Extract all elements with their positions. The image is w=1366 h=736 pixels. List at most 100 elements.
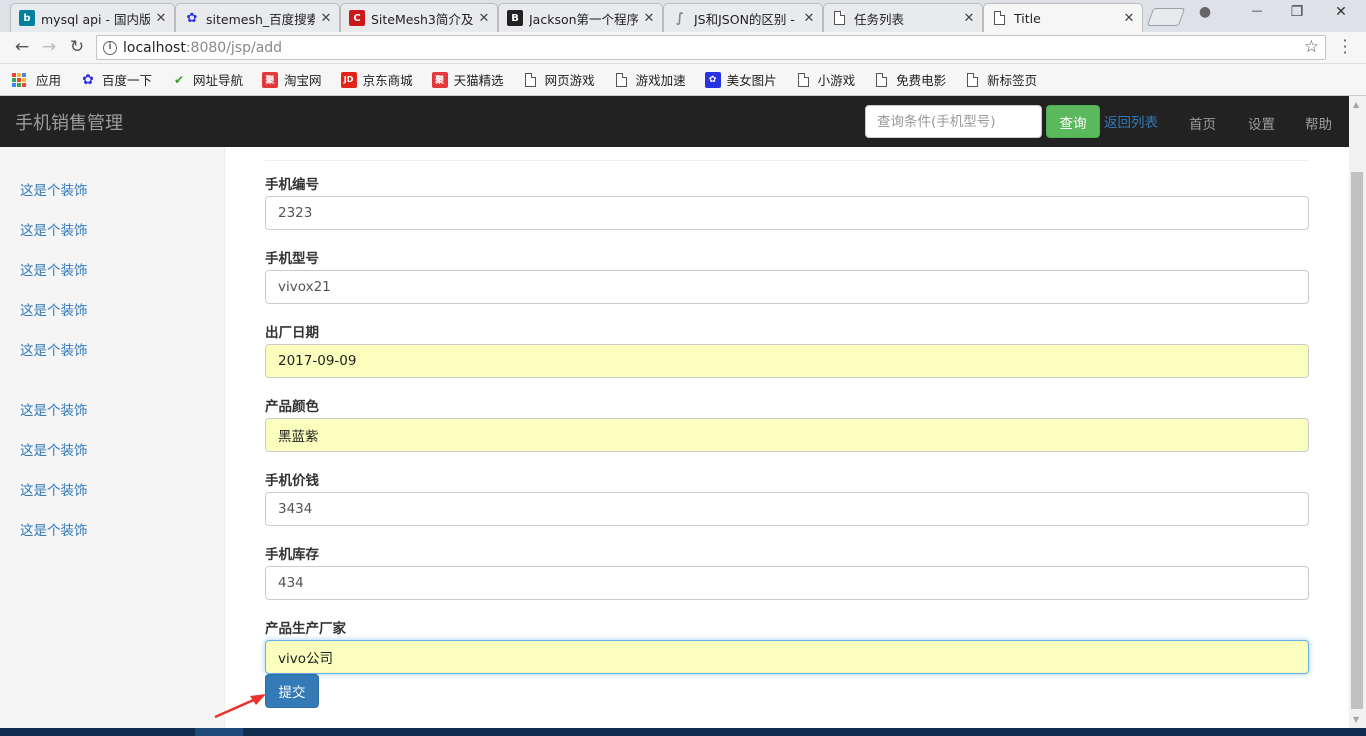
scrollbar-thumb[interactable] [1351,172,1363,709]
page-icon [615,72,627,87]
baidu-paw-icon: ✿ [704,71,721,88]
url-path: :8080/jsp/add [185,39,283,56]
tab-title: 任务列表 [854,11,905,27]
browser-tab-active[interactable]: Title ✕ [983,3,1143,32]
address-bar[interactable]: i localhost:8080/jsp/add ☆ [96,35,1326,60]
close-icon[interactable]: ✕ [642,11,656,26]
browser-tab[interactable]: ✿ sitemesh_百度搜索 ✕ [175,3,340,32]
close-icon[interactable]: ✕ [962,11,976,26]
back-arrow-icon[interactable]: ← [11,37,33,57]
bookmark-item[interactable]: 网页游戏 [523,70,595,89]
search-input[interactable] [865,105,1042,138]
tmall-icon: 聚 [431,71,448,88]
os-taskbar [0,728,1366,736]
browser-menu-icon[interactable]: · · · [1340,33,1350,61]
nav-help-link[interactable]: 帮助 [1305,113,1332,133]
nav-settings-link[interactable]: 设置 [1248,113,1275,133]
phone-stock-input[interactable] [265,566,1309,600]
bookmark-item[interactable]: ✿ 百度一下 [80,70,152,89]
browser-tab-strip: b mysql api - 国内版 ✕ ✿ sitemesh_百度搜索 ✕ C … [0,0,1366,32]
scroll-down-arrow-icon[interactable]: ▼ [1353,715,1359,724]
bookmark-item[interactable]: ✿ 美女图片 [704,70,777,89]
bookmark-item[interactable]: 免费电影 [874,70,946,89]
tab-title: mysql api - 国内版 [41,11,150,27]
phone-stock-label: 手机库存 [265,547,319,563]
phone-model-input[interactable] [265,270,1309,304]
page-icon [876,72,888,87]
phone-model-label: 手机型号 [265,251,319,267]
browser-toolbar: ← → ↻ i localhost:8080/jsp/add ☆ · · · [0,32,1366,64]
bookmark-label: 游戏加速 [635,73,686,88]
bookmark-item[interactable]: 聚 天猫精选 [431,70,504,89]
bookmark-label: 新标签页 [987,73,1038,88]
sidebar-link[interactable]: 这是个装饰 [20,339,88,359]
blog-icon: ∫ [676,10,684,26]
forward-arrow-icon[interactable]: → [38,37,60,57]
scroll-up-arrow-icon[interactable]: ▲ [1353,100,1359,109]
product-color-input[interactable] [265,418,1309,452]
phone-id-input[interactable] [265,196,1309,230]
hao123-icon: ✔ [174,72,185,87]
bookmark-label: 淘宝网 [284,73,322,88]
sidebar-link[interactable]: 这是个装饰 [20,479,88,499]
new-tab-button[interactable] [1146,8,1186,26]
bookmark-label: 网页游戏 [544,73,595,88]
tab-title: Title [1014,10,1041,26]
browser-tab[interactable]: b mysql api - 国内版 ✕ [10,3,175,32]
bookmark-apps[interactable]: 应用 [12,70,61,89]
manufacture-date-input[interactable] [265,344,1309,378]
csdn-icon: C [349,10,365,26]
bing-icon: b [19,10,35,26]
bookmark-label: 京东商城 [362,73,413,88]
bookmark-label: 天猫精选 [453,73,504,88]
close-icon[interactable]: ✕ [477,11,491,26]
brand-title[interactable]: 手机销售管理 [15,109,123,135]
close-icon[interactable]: ✕ [154,11,168,26]
sidebar-link[interactable]: 这是个装饰 [20,179,88,199]
sidebar-link[interactable]: 这是个装饰 [20,259,88,279]
reload-icon[interactable]: ↻ [66,37,88,57]
bookmark-label: 百度一下 [102,73,153,88]
manufacturer-input[interactable] [265,640,1309,674]
minimize-button[interactable]: — [1246,4,1268,24]
close-icon[interactable]: ✕ [319,11,333,26]
sidebar-link[interactable]: 这是个装饰 [20,219,88,239]
browser-tab[interactable]: ∫ JS和JSON的区别 - ✕ [663,3,823,32]
annotation-arrow-icon [214,694,266,719]
search-button[interactable]: 查询 [1046,105,1100,138]
tab-title: Jackson第一个程序 [529,11,638,27]
bookmark-item[interactable]: JD 京东商城 [340,70,413,89]
bookmark-star-icon[interactable]: ☆ [1304,37,1319,57]
url-host: localhost [123,39,186,56]
close-icon[interactable]: ✕ [802,11,816,26]
profile-icon[interactable]: ● [1194,4,1216,24]
bookmark-item[interactable]: 游戏加速 [614,70,686,89]
bookmark-item[interactable]: 聚 淘宝网 [262,70,322,89]
back-to-list-link[interactable]: 返回列表 [1104,111,1158,131]
bookmark-item[interactable]: 新标签页 [965,70,1037,89]
close-icon[interactable]: ✕ [1122,11,1136,26]
sidebar: 这是个装饰 这是个装饰 这是个装饰 这是个装饰 这是个装饰 这是个装饰 这是个装… [0,147,225,728]
main-content: 手机编号 手机型号 出厂日期 产品颜色 手机价钱 手机库存 产品生产厂家 提交 [225,147,1349,728]
info-icon[interactable]: i [103,40,117,55]
product-color-label: 产品颜色 [265,399,319,415]
bookmark-label: 应用 [36,73,62,88]
nav-home-link[interactable]: 首页 [1189,113,1216,133]
bookmark-item[interactable]: 小游戏 [796,70,855,89]
sidebar-link[interactable]: 这是个装饰 [20,519,88,539]
page-scrollbar[interactable]: ▲ ▼ [1349,96,1366,728]
sidebar-link[interactable]: 这是个装饰 [20,299,88,319]
phone-price-input[interactable] [265,492,1309,526]
sidebar-link[interactable]: 这是个装饰 [20,439,88,459]
submit-button[interactable]: 提交 [265,674,319,708]
phone-price-label: 手机价钱 [265,473,319,489]
bookmark-item[interactable]: ✔ 网址导航 [171,70,243,89]
page-icon [994,11,1005,25]
browser-tab[interactable]: C SiteMesh3简介及使 ✕ [340,3,498,32]
taskbar-active-app[interactable] [195,728,243,736]
browser-tab[interactable]: B Jackson第一个程序 ✕ [498,3,663,32]
sidebar-link[interactable]: 这是个装饰 [20,399,88,419]
restore-button[interactable]: ❐ [1286,4,1308,24]
browser-tab[interactable]: 任务列表 ✕ [823,3,983,32]
window-close-button[interactable]: ✕ [1330,4,1352,24]
